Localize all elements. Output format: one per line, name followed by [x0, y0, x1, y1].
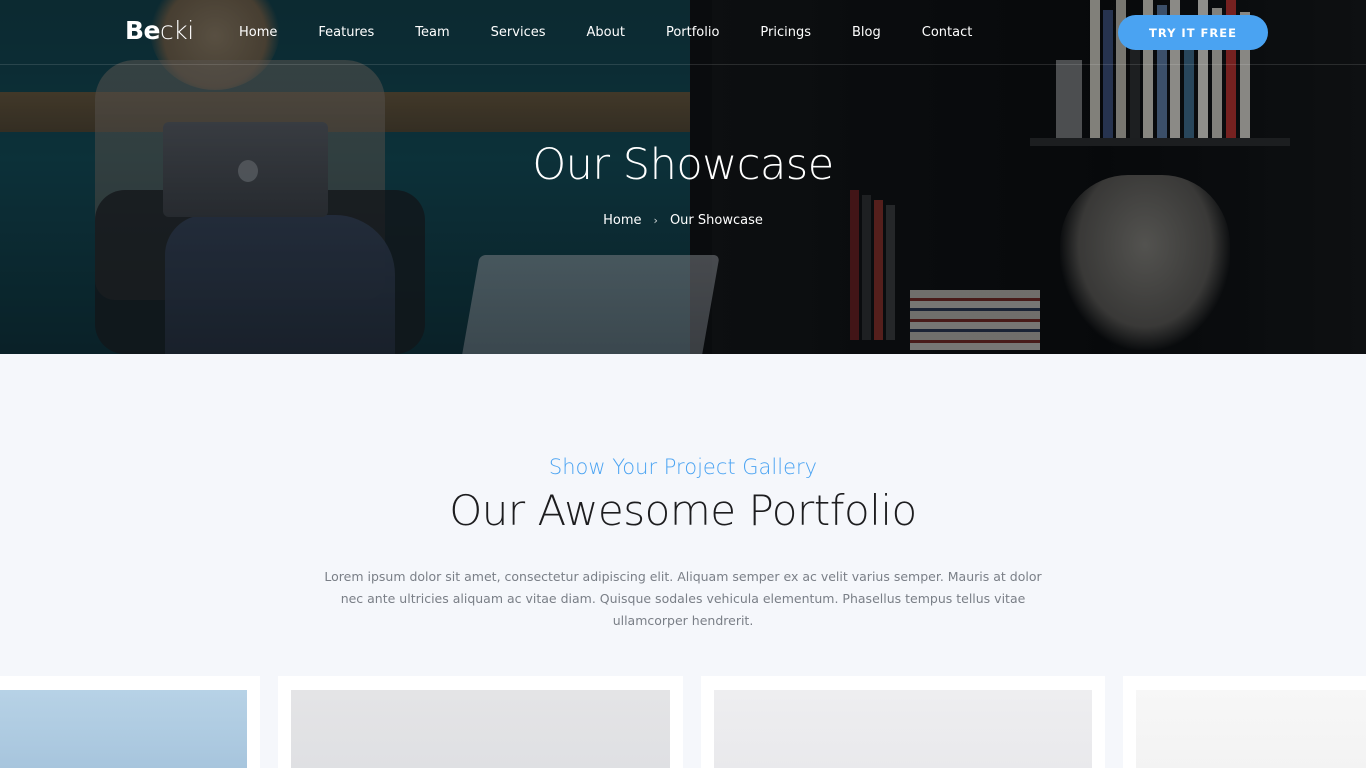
nav-item-about[interactable]: About: [587, 25, 625, 40]
nav-item-portfolio[interactable]: Portfolio: [666, 25, 719, 40]
nav-item-team[interactable]: Team: [415, 25, 449, 40]
hero-banner: Becki Home Features Team Services About …: [0, 0, 1366, 354]
nav-item-services[interactable]: Services: [491, 25, 546, 40]
portfolio-image[interactable]: [1136, 690, 1366, 768]
nav-item-contact[interactable]: Contact: [922, 25, 973, 40]
portfolio-image[interactable]: [714, 690, 1092, 768]
nav-item-home[interactable]: Home: [239, 25, 277, 40]
logo[interactable]: Becki: [125, 16, 194, 45]
section-description: Lorem ipsum dolor sit amet, consectetur …: [324, 569, 1042, 628]
section-title: Our Awesome Portfolio: [449, 486, 917, 535]
portfolio-image[interactable]: [291, 690, 670, 768]
portfolio-gallery: [0, 676, 1366, 768]
portfolio-card[interactable]: [278, 676, 683, 768]
nav-item-blog[interactable]: Blog: [852, 25, 881, 40]
page-title: Our Showcase: [532, 140, 834, 190]
section-subtitle: Show Your Project Gallery: [548, 455, 818, 479]
portfolio-image[interactable]: [0, 690, 247, 768]
nav-menu: Home Features Team Services About Portfo…: [239, 0, 972, 65]
chevron-right-icon: ›: [653, 214, 658, 227]
portfolio-card[interactable]: [701, 676, 1105, 768]
breadcrumb-current: Our Showcase: [669, 213, 763, 228]
portfolio-section: Show Your Project Gallery Our Awesome Po…: [0, 354, 1366, 768]
breadcrumb-home-link[interactable]: Home: [603, 213, 641, 228]
top-navigation: Becki Home Features Team Services About …: [0, 0, 1366, 65]
logo-light-text: cki: [160, 16, 194, 45]
portfolio-card[interactable]: [0, 676, 260, 768]
nav-item-features[interactable]: Features: [318, 25, 374, 40]
breadcrumb: Home › Our Showcase: [0, 213, 1366, 228]
nav-item-pricings[interactable]: Pricings: [760, 25, 811, 40]
logo-bold-text: Be: [125, 16, 161, 45]
try-it-free-button[interactable]: TRY IT FREE: [1118, 15, 1268, 50]
portfolio-card[interactable]: [1123, 676, 1366, 768]
